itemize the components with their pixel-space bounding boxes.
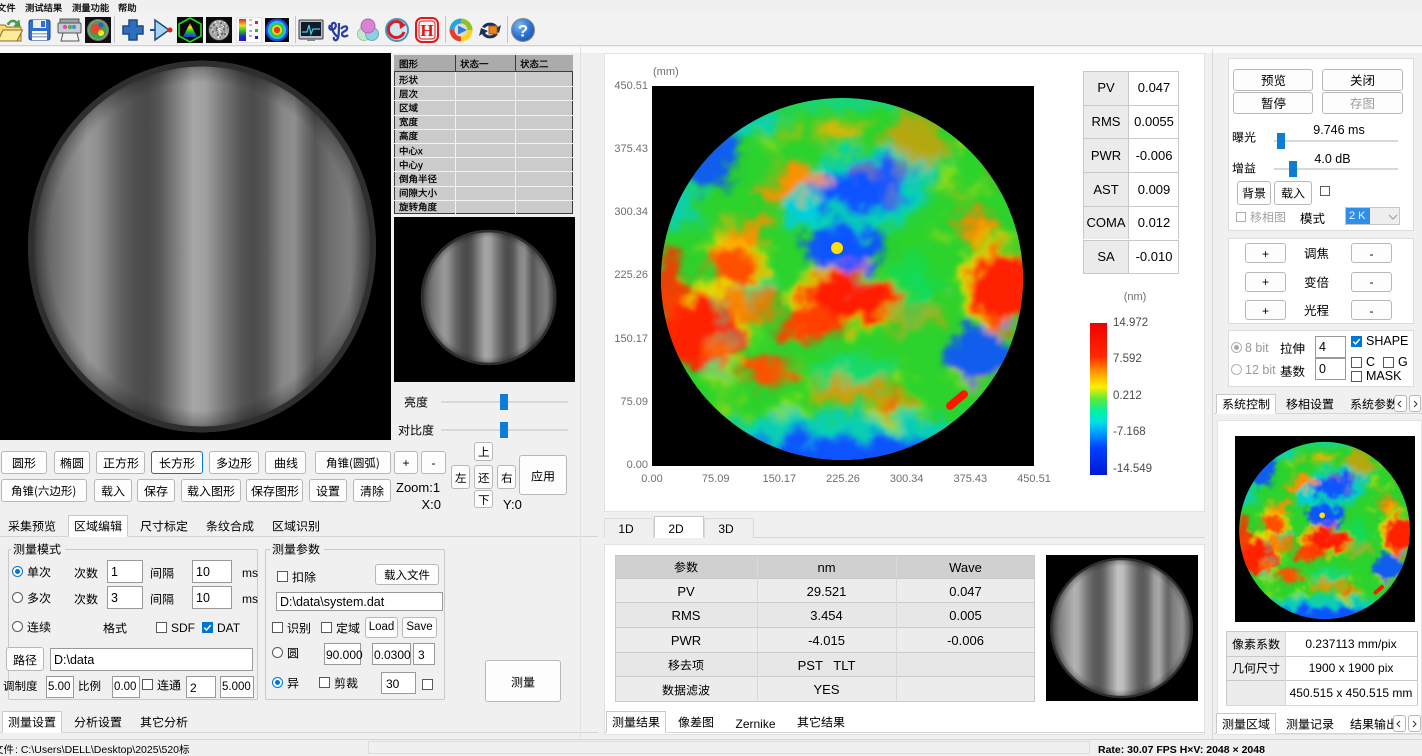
svg-text:H: H	[420, 21, 433, 40]
svg-text:?: ?	[518, 22, 528, 41]
